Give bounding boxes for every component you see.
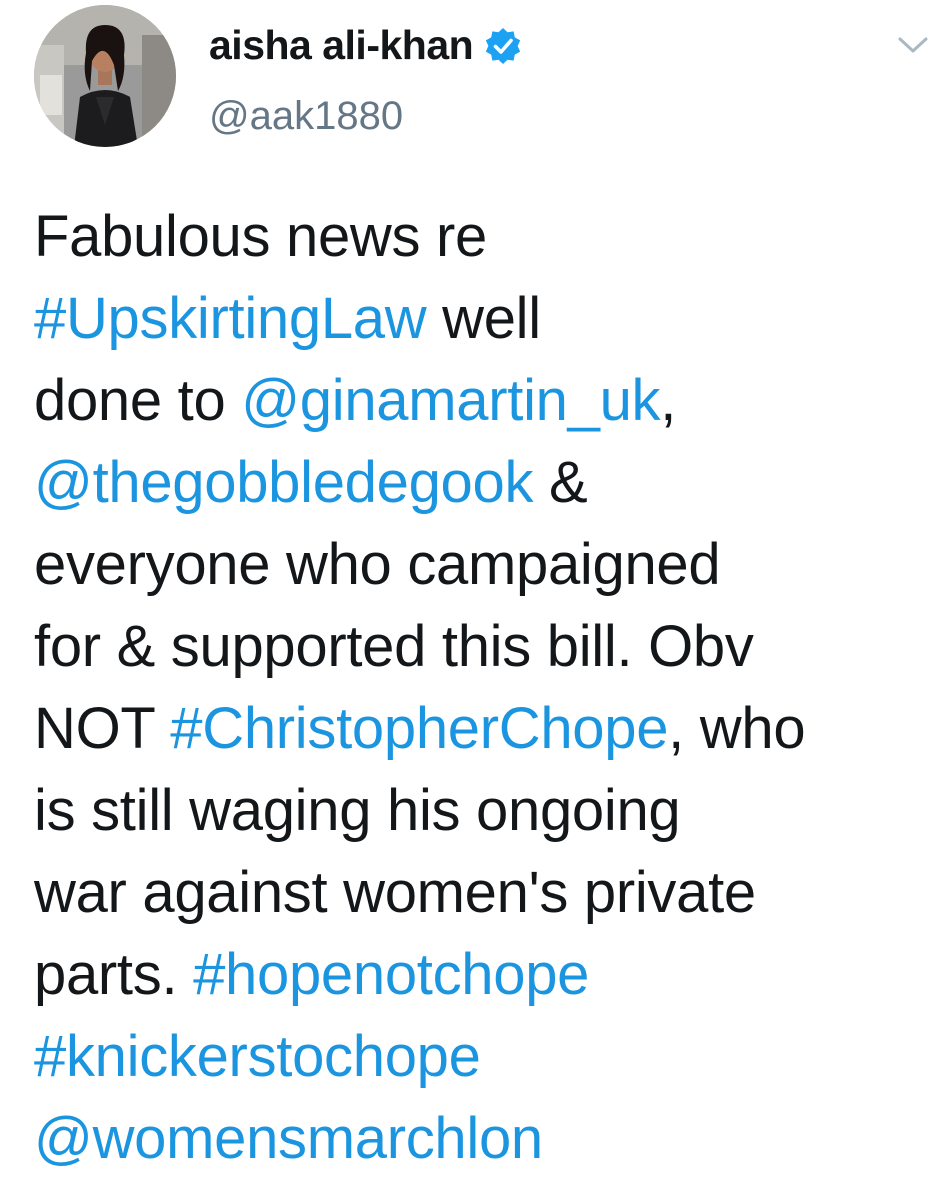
display-name[interactable]: aisha ali-khan <box>209 22 523 69</box>
hashtag-link[interactable]: #hopenotchope <box>193 942 589 1007</box>
tweet-line: parts. #hopenotchope <box>34 934 929 1016</box>
hashtag-link[interactable]: #UpskirtingLaw <box>34 286 427 351</box>
tweet-text-segment: Fabulous news re <box>34 204 487 269</box>
tweet-line: done to @ginamartin_uk, <box>34 360 929 442</box>
display-name-text[interactable]: aisha ali-khan <box>209 22 474 69</box>
hashtag-link[interactable]: #knickerstochope <box>34 1024 481 1089</box>
tweet-line: #UpskirtingLaw well <box>34 278 929 360</box>
tweet-line: NOT #ChristopherChope, who <box>34 688 929 770</box>
user-handle[interactable]: @aak1880 <box>209 94 403 139</box>
tweet-line: war against women's private <box>34 852 929 934</box>
avatar-image <box>34 5 176 147</box>
tweet-line: is still waging his ongoing <box>34 770 929 852</box>
tweet-line: everyone who campaigned <box>34 524 929 606</box>
tweet-line: @thegobbledegook & <box>34 442 929 524</box>
tweet-text-segment: for & supported this bill. Obv <box>34 614 754 679</box>
tweet-line: @womensmarchlon <box>34 1098 929 1180</box>
verified-badge-icon <box>485 27 521 64</box>
tweet-line: #knickerstochope <box>34 1016 929 1098</box>
tweet-text-segment: parts. <box>34 942 194 1007</box>
tweet-card: aisha ali-khan @aak1880 Fabulous news re… <box>0 0 939 1200</box>
tweet-text-segment: is still waging his ongoing <box>34 778 681 843</box>
tweet-text-segment: done to <box>34 368 242 433</box>
chevron-down-icon[interactable] <box>896 32 930 58</box>
mention-link[interactable]: @womensmarchlon <box>34 1106 543 1171</box>
tweet-text: Fabulous news re #UpskirtingLaw well done … <box>34 196 929 1180</box>
tweet-text-segment: everyone who campaigned <box>34 532 721 597</box>
mention-link[interactable]: @ginamartin_uk <box>241 368 660 433</box>
tweet-line: for & supported this bill. Obv <box>34 606 929 688</box>
mention-link[interactable]: @thegobbledegook <box>34 450 533 515</box>
hashtag-link[interactable]: #ChristopherChope <box>170 696 668 761</box>
tweet-text-segment: & <box>533 450 588 515</box>
tweet-text-segment: , <box>660 368 677 433</box>
tweet-text-segment: war against women's private <box>34 860 756 925</box>
tweet-text-segment: NOT <box>34 696 171 761</box>
tweet-text-segment: , who <box>668 696 806 761</box>
tweet-line: Fabulous news re <box>34 196 929 278</box>
avatar[interactable] <box>34 5 176 147</box>
tweet-text-segment: well <box>426 286 541 351</box>
